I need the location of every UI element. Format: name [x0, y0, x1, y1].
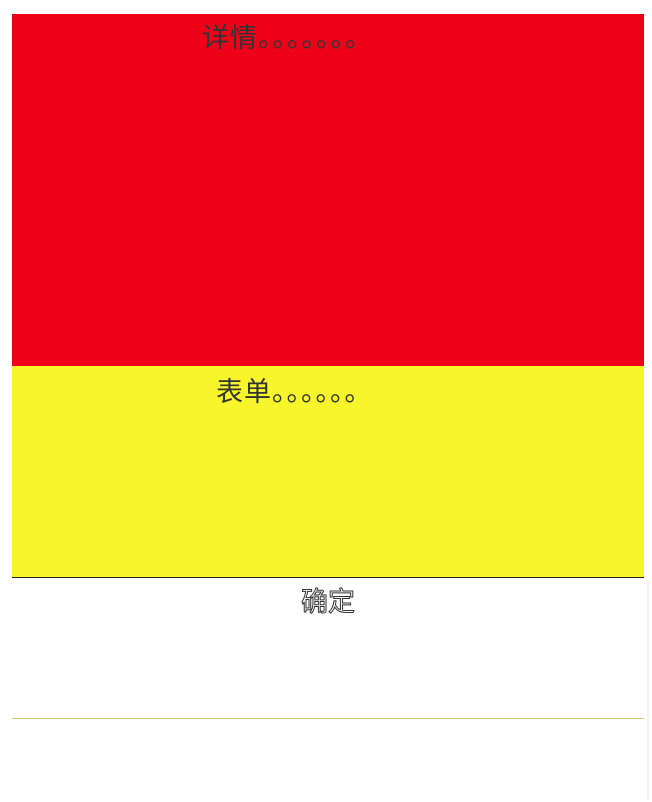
- form-panel: 表单。。。。。。: [12, 366, 644, 578]
- right-edge-divider: [647, 580, 649, 800]
- form-text: 表单。。。。。。: [216, 377, 373, 408]
- page: 详情。。。。。。。 表单。。。。。。 确定: [0, 0, 652, 802]
- details-text: 详情。。。。。。。: [202, 23, 373, 54]
- confirm-area: 确定: [12, 578, 644, 719]
- details-panel: 详情。。。。。。。: [12, 14, 644, 366]
- confirm-button[interactable]: 确定: [301, 580, 356, 619]
